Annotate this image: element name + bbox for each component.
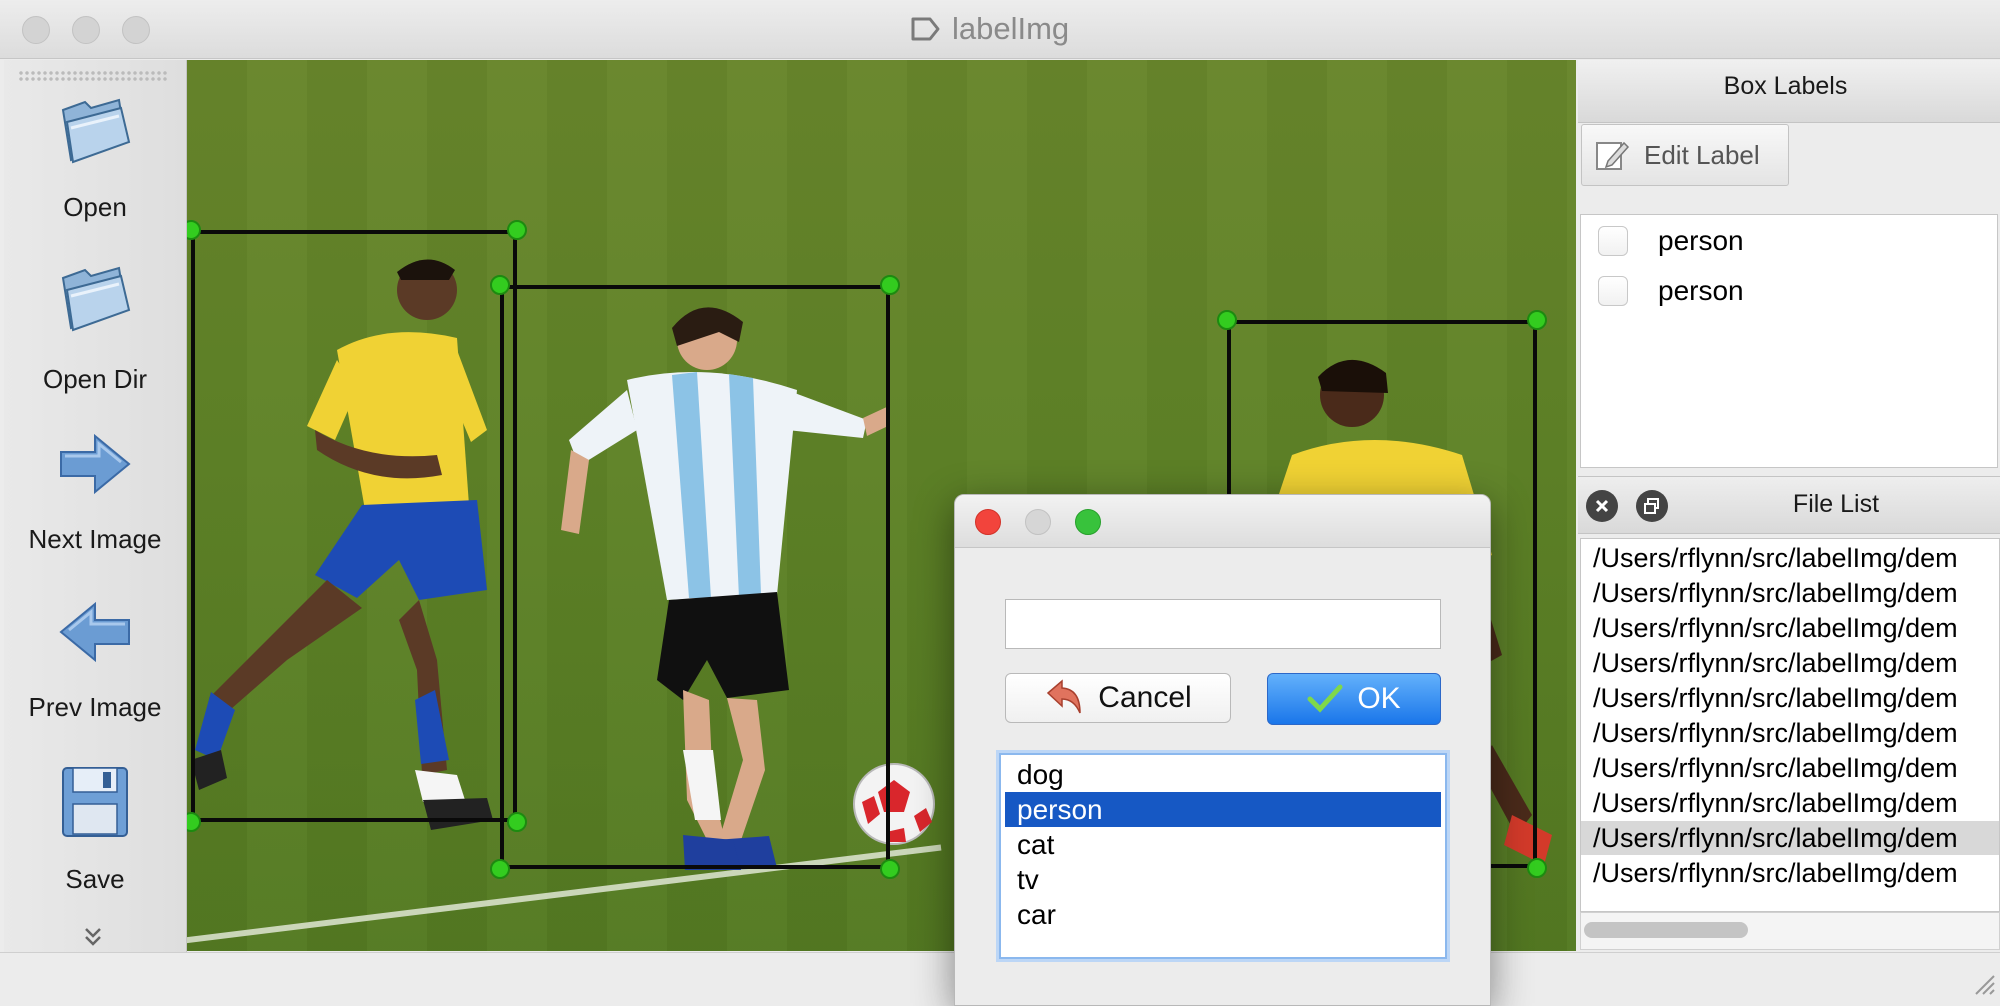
label-checkbox[interactable] (1598, 276, 1628, 306)
label-input[interactable] (1005, 599, 1441, 649)
file-list-title: File List (1792, 490, 1880, 518)
ok-button[interactable]: OK (1267, 673, 1441, 725)
box-handle[interactable] (880, 859, 900, 879)
box-handle[interactable] (507, 220, 527, 240)
label-dialog: Cancel OK dog person cat tv car (954, 494, 1491, 1006)
cancel-button[interactable]: Cancel (1005, 673, 1231, 723)
file-list-item-selected[interactable]: /Users/rflynn/src/labelImg/dem (1581, 821, 1999, 855)
file-list-item[interactable]: /Users/rflynn/src/labelImg/dem (1581, 786, 1999, 820)
file-list-item[interactable]: /Users/rflynn/src/labelImg/dem (1581, 576, 1999, 610)
save-label: Save (65, 864, 125, 894)
label-item[interactable]: person (1598, 274, 1744, 308)
box-handle[interactable] (1527, 310, 1547, 330)
file-list-item[interactable]: /Users/rflynn/src/labelImg/dem (1581, 541, 1999, 575)
checkmark-icon (1307, 684, 1343, 713)
file-list-item[interactable]: /Users/rflynn/src/labelImg/dem (1581, 681, 1999, 715)
zoom-window-button[interactable] (122, 16, 150, 44)
close-panel-button[interactable] (1586, 490, 1618, 522)
window-title: labelImg (952, 11, 1070, 46)
box-labels-title: Box Labels (1723, 72, 1848, 100)
choice-item[interactable]: car (1005, 897, 1441, 932)
box-handle[interactable] (1527, 858, 1547, 878)
open-button[interactable]: Open (4, 88, 186, 228)
dialog-minimize-button[interactable] (1025, 509, 1051, 535)
minimize-window-button[interactable] (72, 16, 100, 44)
prev-image-button[interactable]: Prev Image (4, 592, 186, 732)
choice-item[interactable]: dog (1005, 757, 1441, 792)
file-list-item[interactable]: /Users/rflynn/src/labelImg/dem (1581, 611, 1999, 645)
chevron-double-down-icon[interactable] (80, 924, 106, 950)
choice-item[interactable]: cat (1005, 827, 1441, 862)
close-window-button[interactable] (22, 16, 50, 44)
arrow-right-icon (60, 433, 131, 495)
box-handle[interactable] (490, 859, 510, 879)
box-handle[interactable] (490, 275, 510, 295)
open-dir-label: Open Dir (42, 364, 148, 394)
label-choice-list[interactable]: dog person cat tv car (999, 753, 1447, 959)
folder-icon (61, 98, 131, 164)
box-handle[interactable] (1217, 310, 1237, 330)
next-image-label: Next Image (28, 524, 162, 554)
open-dir-button[interactable]: Open Dir (4, 256, 186, 396)
choice-item-selected[interactable]: person (1005, 792, 1441, 827)
close-icon (1595, 499, 1609, 513)
edit-label-button[interactable]: Edit Label (1581, 124, 1789, 186)
dialog-zoom-button[interactable] (1075, 509, 1101, 535)
label-checkbox[interactable] (1598, 226, 1628, 256)
edit-label-text: Edit Label (1644, 139, 1760, 170)
label-item-text: person (1658, 225, 1744, 256)
file-list[interactable]: /Users/rflynn/src/labelImg/dem /Users/rf… (1580, 538, 2000, 912)
prev-image-label: Prev Image (28, 692, 162, 722)
folder-icon (61, 266, 131, 332)
resize-grip-icon[interactable] (1968, 968, 1996, 996)
bounding-box-1[interactable] (191, 230, 517, 822)
dialog-close-button[interactable] (975, 509, 1001, 535)
box-handle[interactable] (880, 275, 900, 295)
bounding-box-2[interactable] (500, 285, 890, 869)
floppy-disk-icon (62, 767, 128, 837)
window-title-group: labelImg (910, 11, 1070, 46)
undo-arrow-icon (1047, 679, 1082, 714)
float-window-icon (1644, 498, 1659, 514)
ok-label: OK (1357, 682, 1401, 715)
file-list-item[interactable]: /Users/rflynn/src/labelImg/dem (1581, 856, 1999, 890)
file-list-item[interactable]: /Users/rflynn/src/labelImg/dem (1581, 646, 1999, 680)
label-tag-icon (911, 17, 940, 41)
cancel-label: Cancel (1098, 681, 1192, 714)
next-image-button[interactable]: Next Image (4, 424, 186, 564)
float-panel-button[interactable] (1636, 490, 1668, 522)
scrollbar-thumb[interactable] (1584, 922, 1748, 938)
toolbar-grip[interactable] (18, 70, 168, 82)
file-list-item[interactable]: /Users/rflynn/src/labelImg/dem (1581, 751, 1999, 785)
edit-icon (1596, 141, 1630, 170)
arrow-left-icon (59, 601, 130, 663)
open-label: Open (63, 192, 127, 222)
label-item-text: person (1658, 275, 1744, 306)
choice-item[interactable]: tv (1005, 862, 1441, 897)
save-button[interactable]: Save (4, 762, 186, 902)
file-list-item[interactable]: /Users/rflynn/src/labelImg/dem (1581, 716, 1999, 750)
label-item[interactable]: person (1598, 224, 1744, 258)
